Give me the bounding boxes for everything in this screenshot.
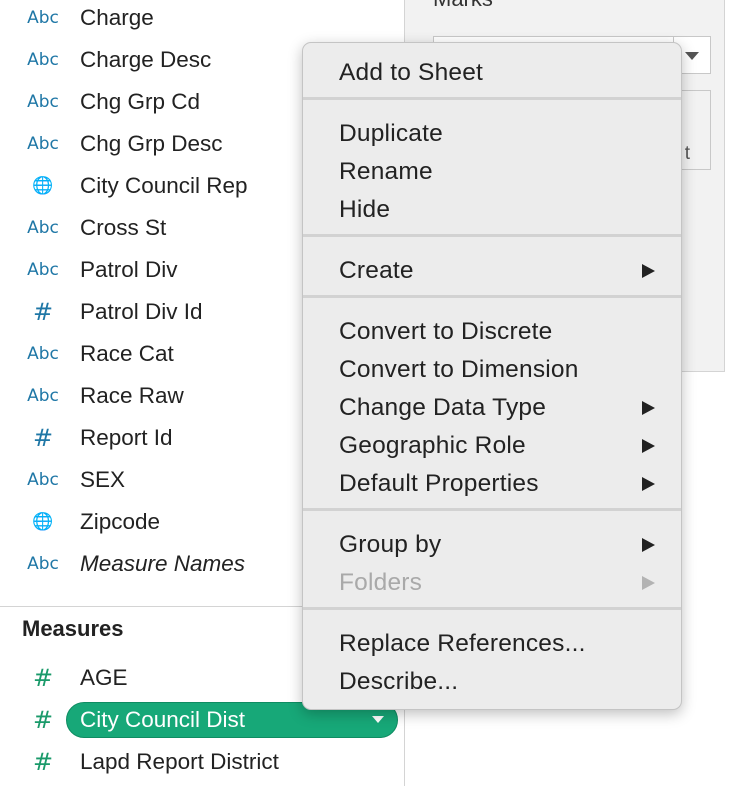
string-type-icon: Abc [27, 8, 59, 28]
menu-item-label: Replace References... [339, 630, 586, 657]
menu-separator [303, 607, 681, 610]
field-label: Charge [80, 5, 154, 30]
field-label: SEX [80, 467, 126, 492]
submenu-arrow-icon [642, 477, 655, 491]
menu-item-label: Convert to Discrete [339, 318, 553, 345]
submenu-arrow-icon [642, 439, 655, 453]
field-label: City Council Rep [80, 173, 248, 198]
number-type-icon: # [32, 664, 54, 692]
menu-item-create[interactable]: Create [303, 251, 681, 289]
menu-item-rename[interactable]: Rename [303, 152, 681, 190]
chevron-down-icon[interactable] [372, 716, 384, 723]
menu-item-duplicate[interactable]: Duplicate [303, 114, 681, 152]
menu-separator [303, 295, 681, 298]
marks-label: Marks [433, 0, 493, 12]
number-type-icon: # [32, 748, 54, 776]
chevron-down-icon[interactable] [685, 52, 699, 60]
menu-item-convert-to-dimension[interactable]: Convert to Dimension [303, 350, 681, 388]
number-type-icon: # [32, 298, 54, 326]
submenu-arrow-icon [642, 401, 655, 415]
menu-item-label: Create [339, 257, 414, 284]
field-label: Race Raw [80, 383, 184, 408]
menu-item-hide[interactable]: Hide [303, 190, 681, 228]
field-label: Patrol Div Id [80, 299, 203, 324]
menu-item-label: Duplicate [339, 120, 443, 147]
field-label: Report Id [80, 425, 173, 450]
context-menu: Add to Sheet Duplicate Rename Hide Create Con… [302, 42, 682, 710]
globe-icon: 🌐 [32, 512, 54, 532]
dimension-field[interactable]: Abc Charge [0, 0, 405, 38]
field-label: Charge Desc [80, 47, 212, 72]
submenu-arrow-icon [642, 264, 655, 278]
string-type-icon: Abc [27, 386, 59, 406]
menu-item-default-properties[interactable]: Default Properties [303, 464, 681, 502]
menu-item-label: Rename [339, 158, 433, 185]
menu-item-label: Group by [339, 531, 442, 558]
string-type-icon: Abc [27, 218, 59, 238]
submenu-arrow-icon [642, 576, 655, 590]
menu-item-label: Convert to Dimension [339, 356, 579, 383]
field-label: Zipcode [80, 509, 161, 534]
menu-item-folders: Folders [303, 563, 681, 601]
menu-item-label: Geographic Role [339, 432, 526, 459]
marks-shelf-text: t [684, 143, 690, 164]
menu-item-label: Describe... [339, 668, 459, 695]
menu-item-group-by[interactable]: Group by [303, 525, 681, 563]
number-type-icon: # [32, 424, 54, 452]
menu-separator [303, 97, 681, 100]
string-type-icon: Abc [27, 50, 59, 70]
field-label: Race Cat [80, 341, 174, 366]
menu-item-describe[interactable]: Describe... [303, 662, 681, 700]
menu-item-label: Hide [339, 196, 391, 223]
menu-item-label: Change Data Type [339, 394, 547, 421]
field-label: Chg Grp Desc [80, 131, 223, 156]
menu-separator [303, 508, 681, 511]
string-type-icon: Abc [27, 92, 59, 112]
menu-item-change-data-type[interactable]: Change Data Type [303, 388, 681, 426]
menu-item-convert-to-discrete[interactable]: Convert to Discrete [303, 312, 681, 350]
menu-item-add-to-sheet[interactable]: Add to Sheet [303, 53, 681, 91]
string-type-icon: Abc [27, 344, 59, 364]
string-type-icon: Abc [27, 260, 59, 280]
menu-item-label: Default Properties [339, 470, 539, 497]
submenu-arrow-icon [642, 538, 655, 552]
menu-item-replace-references[interactable]: Replace References... [303, 624, 681, 662]
string-type-icon: Abc [27, 134, 59, 154]
field-label: City Council Dist [80, 707, 246, 732]
field-label: AGE [80, 665, 128, 690]
string-type-icon: Abc [27, 554, 59, 574]
menu-item-label: Folders [339, 569, 423, 596]
string-type-icon: Abc [27, 470, 59, 490]
number-type-icon: # [32, 706, 54, 734]
field-label: Patrol Div [80, 257, 178, 282]
field-label: Measure Names [80, 551, 246, 576]
field-label: Chg Grp Cd [80, 89, 201, 114]
field-label: Lapd Report District [80, 749, 279, 774]
measures-header: Measures [22, 616, 124, 641]
menu-separator [303, 234, 681, 237]
menu-item-geographic-role[interactable]: Geographic Role [303, 426, 681, 464]
menu-item-label: Add to Sheet [339, 59, 484, 86]
measure-field[interactable]: # Lapd Report District [0, 742, 405, 782]
field-label: Cross St [80, 215, 167, 240]
globe-icon: 🌐 [32, 176, 54, 196]
